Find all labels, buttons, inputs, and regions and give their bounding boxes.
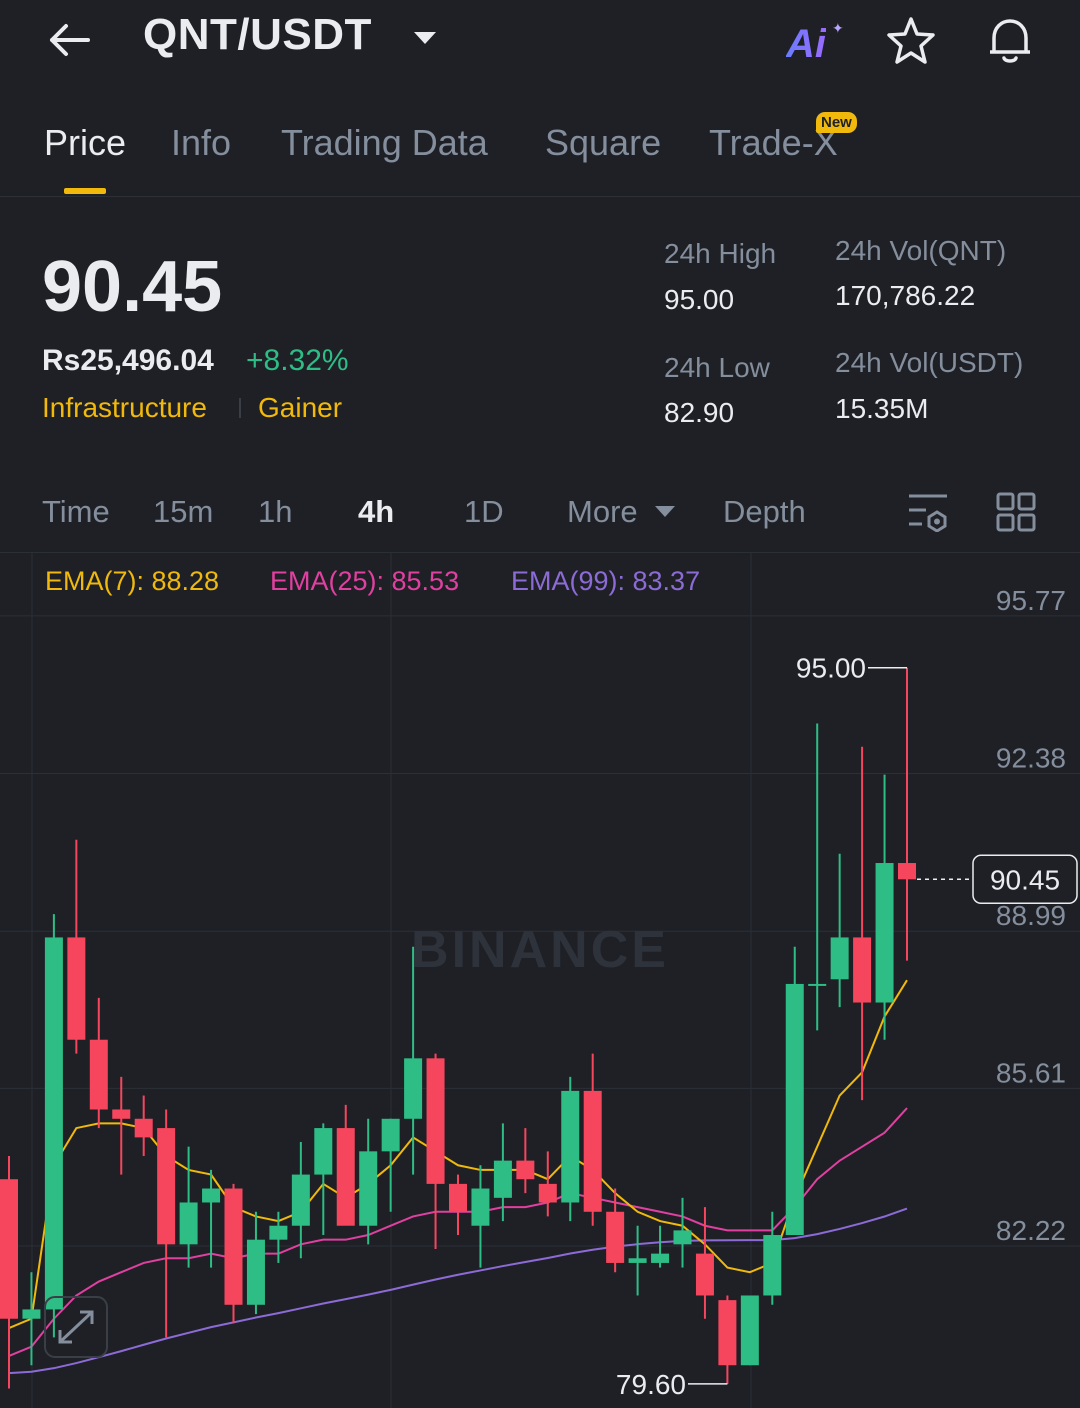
- high-marker-label: 95.00: [796, 653, 866, 684]
- candle-body: [673, 1230, 692, 1245]
- ema99-legend: EMA(99): 83.37: [511, 566, 701, 596]
- high-label: 24h High: [664, 238, 777, 269]
- tf-1d[interactable]: 1D: [464, 494, 504, 530]
- candle-body: [561, 1090, 580, 1203]
- candle-body: [44, 937, 63, 1310]
- active-tab-indicator: [64, 188, 106, 194]
- candle-body: [830, 937, 849, 980]
- candle-body: [740, 1295, 759, 1366]
- candle-body: [651, 1253, 670, 1263]
- tag-separator: [239, 398, 241, 418]
- sparkle-icon: ✦: [832, 20, 844, 36]
- candle-body: [246, 1239, 265, 1305]
- vol-qnt-label: 24h Vol(QNT): [835, 235, 1007, 266]
- candle-body: [763, 1235, 782, 1296]
- low-marker-label: 79.60: [616, 1369, 686, 1400]
- tf-depth[interactable]: Depth: [723, 494, 806, 530]
- candle-body: [0, 1179, 18, 1319]
- top-bar: QNT/USDT Ai ✦: [0, 0, 1080, 90]
- candle-body: [224, 1188, 243, 1305]
- candle-body: [89, 1039, 108, 1110]
- new-badge: New: [816, 112, 857, 133]
- tag-gainer[interactable]: Gainer: [258, 392, 342, 424]
- tf-time[interactable]: Time: [42, 494, 110, 530]
- current-price-label: 90.45: [990, 864, 1060, 895]
- low-value: 82.90: [664, 397, 735, 428]
- price-change: +8.32%: [246, 344, 349, 377]
- candle-body: [449, 1183, 467, 1212]
- candle-body: [606, 1211, 625, 1263]
- candle-body: [493, 1160, 512, 1198]
- ai-icon[interactable]: Ai: [786, 22, 826, 67]
- candle-body: [269, 1225, 288, 1240]
- candle-body: [134, 1118, 153, 1138]
- candle-body: [112, 1109, 131, 1119]
- candle-body: [808, 983, 827, 986]
- candle-body: [785, 983, 804, 1236]
- vol-usdt-label: 24h Vol(USDT): [835, 347, 1024, 378]
- candle-body: [538, 1183, 557, 1203]
- candle-body: [875, 863, 894, 1003]
- tab-price[interactable]: Price: [44, 122, 126, 164]
- ema7-legend: EMA(7): 88.28: [45, 566, 220, 596]
- chart-settings-icon[interactable]: [906, 490, 950, 532]
- tag-infrastructure[interactable]: Infrastructure: [42, 392, 207, 424]
- candle-body: [202, 1188, 221, 1203]
- candle-body: [336, 1128, 355, 1226]
- tf-1h[interactable]: 1h: [258, 494, 292, 530]
- candle-body: [583, 1090, 602, 1212]
- tab-trading-data[interactable]: Trading Data: [281, 122, 488, 164]
- tab-square[interactable]: Square: [545, 122, 661, 164]
- candle-body: [898, 863, 916, 880]
- candlestick-chart[interactable]: BINANCE 95.77 92.38 88.99 85.61 82.22 95.00 7…: [0, 552, 1080, 1408]
- vol-usdt-value: 15.35M: [835, 393, 929, 424]
- candle-body: [404, 1058, 423, 1119]
- high-value: 95.00: [664, 284, 735, 315]
- fiat-price: Rs25,496.04: [42, 344, 214, 377]
- candle-body: [179, 1202, 198, 1245]
- y-tick-label: 88.99: [996, 900, 1066, 931]
- candle-body: [67, 937, 86, 1040]
- candle-body: [381, 1118, 400, 1152]
- vol-qnt-value: 170,786.22: [835, 280, 976, 311]
- tf-4h[interactable]: 4h: [358, 494, 394, 530]
- candle-body: [291, 1174, 310, 1226]
- watermark-text: BINANCE: [411, 921, 669, 979]
- y-tick-label: 82.22: [996, 1215, 1066, 1246]
- y-tick-label: 92.38: [996, 743, 1066, 774]
- candle-body: [22, 1309, 41, 1319]
- chevron-down-icon[interactable]: [654, 504, 676, 518]
- candle-body: [157, 1128, 176, 1245]
- divider: [0, 196, 1080, 197]
- candle-body: [695, 1253, 714, 1296]
- candle-body: [314, 1128, 333, 1175]
- tab-info[interactable]: Info: [171, 122, 231, 164]
- chevron-down-icon[interactable]: [410, 22, 440, 52]
- tab-bar: Price Info Trading Data Square Trade-X N…: [0, 110, 1080, 196]
- star-icon[interactable]: [884, 14, 938, 68]
- low-label: 24h Low: [664, 352, 770, 383]
- candle-body: [718, 1300, 737, 1366]
- bell-icon[interactable]: [982, 12, 1038, 68]
- expand-icon[interactable]: [44, 1296, 108, 1358]
- pair-title[interactable]: QNT/USDT: [143, 10, 372, 60]
- candle-body: [853, 937, 872, 1003]
- candle-body: [426, 1058, 445, 1184]
- layout-grid-icon[interactable]: [996, 492, 1036, 532]
- candle-body: [471, 1188, 490, 1226]
- candle-body: [359, 1151, 378, 1226]
- tf-15m[interactable]: 15m: [153, 494, 213, 530]
- candle-body: [628, 1258, 647, 1263]
- y-tick-label: 85.61: [996, 1057, 1066, 1088]
- y-tick-label: 95.77: [996, 585, 1066, 616]
- last-price: 90.45: [42, 247, 223, 327]
- arrow-left-icon[interactable]: [40, 14, 100, 66]
- ema25-legend: EMA(25): 85.53: [270, 566, 460, 596]
- candle-body: [516, 1160, 535, 1180]
- tf-more[interactable]: More: [567, 494, 638, 530]
